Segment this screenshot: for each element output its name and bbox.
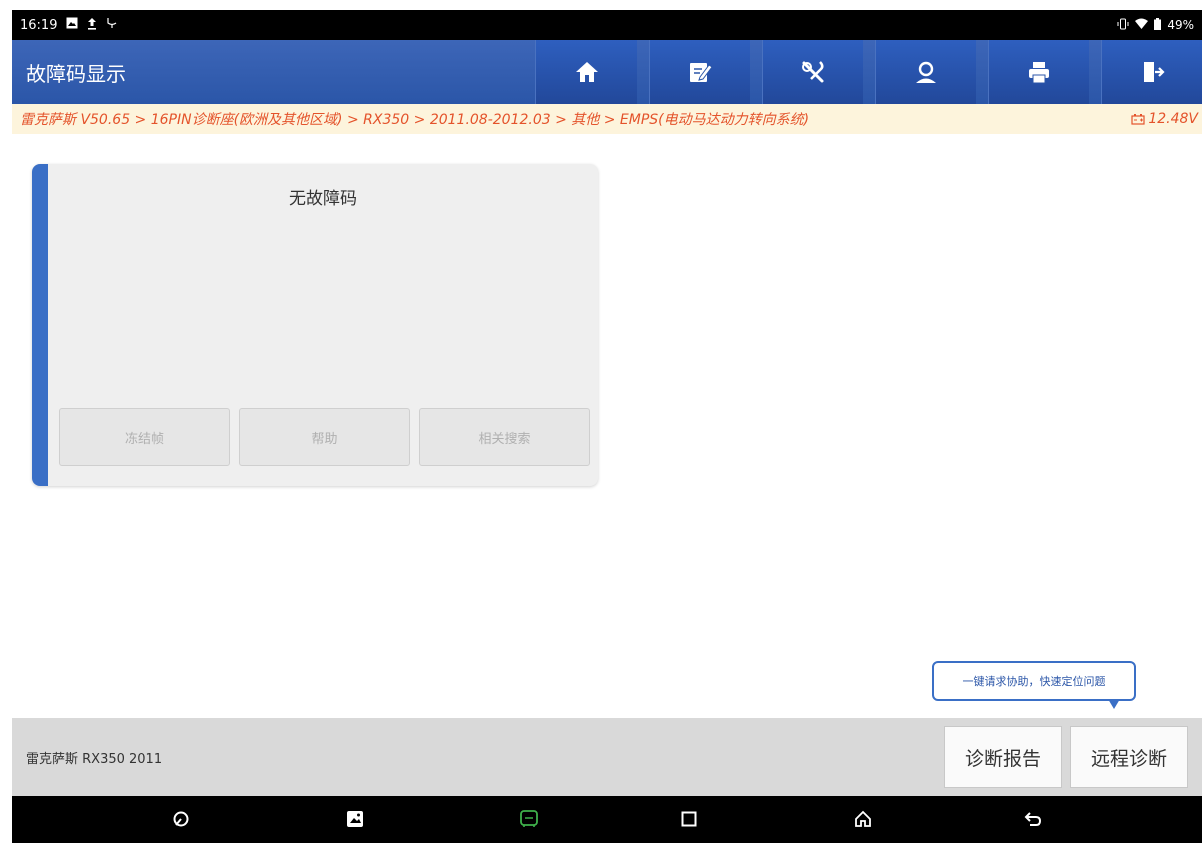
breadcrumb-path: 雷克萨斯 V50.65 > 16PIN诊断座(欧洲及其他区域) > RX350 … [20,112,810,128]
upload-icon [87,17,97,34]
diag-icon [106,17,118,33]
related-search-button[interactable]: 相关搜索 [419,408,590,466]
battery-icon [1154,17,1162,33]
edit-icon [689,63,713,82]
back-icon[interactable] [1022,808,1044,830]
battery-percent: 49% [1167,18,1194,32]
assist-tooltip[interactable]: 一键请求协助，快速定位问题 [928,655,1140,709]
assist-tooltip-text: 一键请求协助，快速定位问题 [932,661,1136,701]
wifi-icon [1135,18,1149,32]
status-time: 16:19 [20,17,58,33]
gallery-icon [66,17,78,33]
status-bar: 16:19 49% [12,10,1202,40]
tools-icon [801,61,824,83]
card-accent [32,164,48,486]
breadcrumb: 雷克萨斯 V50.65 > 16PIN诊断座(欧洲及其他区域) > RX350 … [12,104,1202,134]
home-icon[interactable] [852,808,874,830]
tooltip-tail [1108,699,1120,709]
recents-icon[interactable] [678,808,700,830]
exit-button[interactable] [1100,40,1202,104]
dtc-card: 无故障码 冻结帧 帮助 相关搜索 [32,164,598,486]
print-button[interactable] [987,40,1089,104]
help-button[interactable]: 帮助 [239,408,410,466]
bottom-bar: 雷克萨斯 RX350 2011 诊断报告 远程诊断 [12,718,1202,796]
edit-button[interactable] [648,40,750,104]
page-title: 故障码显示 [26,61,126,86]
gallery-icon[interactable] [344,808,366,830]
vibrate-icon [1117,18,1129,33]
freeze-frame-button[interactable]: 冻结帧 [59,408,230,466]
diag-app-icon[interactable] [518,808,540,830]
battery-voltage-icon [1131,114,1145,125]
home-icon [575,62,598,82]
tools-button[interactable] [761,40,863,104]
print-icon [1028,62,1049,84]
dtc-card-actions: 冻结帧 帮助 相关搜索 [59,408,590,466]
exit-icon [1143,62,1165,82]
home-button[interactable] [535,40,637,104]
remote-diagnosis-button[interactable]: 远程诊断 [1070,726,1188,788]
voltage-value: 12.48V [1148,111,1198,127]
system-nav-bar [12,796,1202,843]
diagnostic-report-button[interactable]: 诊断报告 [944,726,1062,788]
vehicle-info: 雷克萨斯 RX350 2011 [26,751,163,767]
app-header: 故障码显示 [12,40,1202,104]
voltage-indicator: 12.48V [1131,111,1202,127]
browser-icon[interactable] [170,808,192,830]
support-button[interactable] [874,40,976,104]
no-dtc-message: 无故障码 [289,189,357,209]
support-icon [915,61,936,83]
